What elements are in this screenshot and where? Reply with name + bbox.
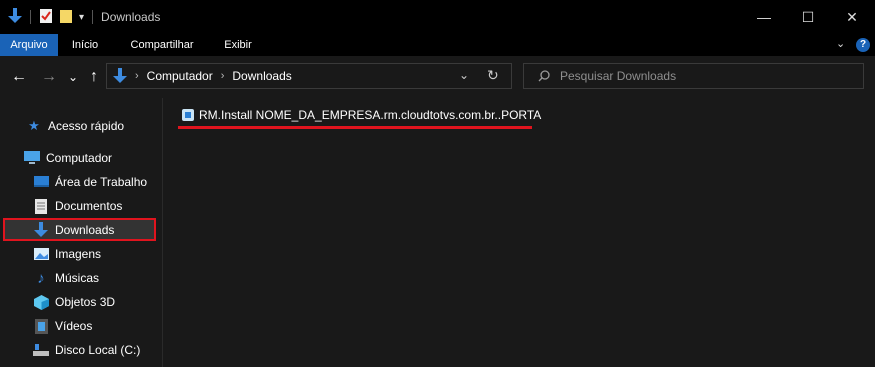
image-icon (33, 246, 49, 262)
sidebar-item-label: Downloads (55, 223, 115, 237)
download-folder-icon (113, 68, 127, 84)
sidebar-item-label: Área de Trabalho (55, 175, 148, 189)
close-button[interactable]: ✕ (829, 0, 875, 34)
forward-button[interactable]: → (40, 66, 58, 88)
address-bar[interactable]: › Computador › Downloads ⌄ ↻ (106, 63, 512, 89)
search-box[interactable]: Pesquisar Downloads (523, 63, 864, 89)
chevron-right-icon[interactable]: › (221, 70, 225, 82)
sidebar-item-label: Computador (46, 151, 113, 165)
sidebar-item-musicas[interactable]: ♪ Músicas (33, 267, 99, 289)
help-icon[interactable]: ? (856, 38, 870, 52)
back-button[interactable]: ← (10, 66, 28, 88)
breadcrumb-downloads[interactable]: Downloads (232, 69, 291, 83)
tab-exibir[interactable]: Exibir (216, 34, 260, 56)
tab-arquivo[interactable]: Arquivo (0, 34, 58, 56)
properties-icon[interactable] (39, 8, 53, 27)
navigation-bar: ← → ⌄ ↑ › Computador › Downloads ⌄ ↻ Pes… (0, 56, 875, 98)
music-icon: ♪ (37, 269, 45, 287)
sidebar-item-label: Imagens (55, 247, 102, 261)
sidebar-item-videos[interactable]: Vídeos (33, 315, 92, 337)
sidebar-item-imagens[interactable]: Imagens (33, 243, 101, 265)
chevron-down-icon[interactable]: ⌄ (836, 37, 845, 50)
file-item[interactable]: RM.Install NOME_DA_EMPRESA.rm.cloudtotvs… (182, 108, 541, 122)
address-dropdown-button[interactable]: ⌄ (459, 68, 469, 82)
sidebar-item-label: Disco Local (C:) (55, 343, 141, 357)
separator (92, 10, 94, 24)
new-folder-icon[interactable] (59, 8, 73, 27)
title-bar: ▾ Downloads — ☐ ✕ (0, 0, 875, 34)
sidebar-item-objetos-3d[interactable]: Objetos 3D (33, 291, 115, 313)
pane-divider[interactable] (162, 98, 163, 367)
window-title: Downloads (101, 10, 161, 24)
installer-icon (182, 109, 194, 121)
computer-icon (24, 150, 40, 166)
sidebar-item-label: Documentos (55, 199, 123, 213)
maximize-button[interactable]: ☐ (785, 0, 831, 34)
search-icon (538, 70, 550, 82)
separator (30, 10, 31, 24)
drive-icon (33, 342, 49, 358)
recent-locations-button[interactable]: ⌄ (67, 66, 79, 88)
sidebar-item-downloads[interactable]: Downloads (33, 219, 114, 241)
sidebar-item-disco-local[interactable]: Disco Local (C:) (33, 339, 140, 361)
chevron-right-icon[interactable]: › (135, 70, 139, 82)
breadcrumb-computador[interactable]: Computador (147, 69, 213, 83)
cube-icon (33, 294, 49, 310)
document-icon (33, 198, 49, 214)
sidebar-item-label: Vídeos (55, 319, 93, 333)
download-icon (33, 222, 49, 238)
sidebar-item-documentos[interactable]: Documentos (33, 195, 122, 217)
sidebar-item-label: Objetos 3D (55, 295, 116, 309)
sidebar-item-area-de-trabalho[interactable]: Área de Trabalho (33, 171, 147, 193)
search-input[interactable]: Pesquisar Downloads (560, 69, 676, 83)
desktop-icon (33, 174, 49, 190)
tab-compartilhar[interactable]: Compartilhar (118, 34, 206, 56)
up-button[interactable]: ↑ (86, 66, 102, 88)
minimize-button[interactable]: — (741, 0, 787, 34)
refresh-button[interactable]: ↻ (487, 67, 499, 84)
navigation-pane: ★ Acesso rápido Computador Área de Traba… (0, 98, 162, 367)
annotation-underline (178, 126, 532, 129)
quick-access-dropdown-icon[interactable]: ▾ (79, 12, 84, 23)
sidebar-item-computador[interactable]: Computador (24, 147, 112, 169)
video-icon (33, 318, 49, 334)
tab-inicio[interactable]: Início (61, 34, 109, 56)
sidebar-item-label: Músicas (55, 271, 100, 285)
download-folder-icon[interactable] (8, 7, 22, 27)
file-name: RM.Install NOME_DA_EMPRESA.rm.cloudtotvs… (199, 108, 542, 122)
sidebar-item-acesso-rapido[interactable]: ★ Acesso rápido (26, 115, 124, 137)
sidebar-item-label: Acesso rápido (48, 119, 125, 133)
ribbon-tabs: Arquivo Início Compartilhar Exibir ⌄ ? (0, 34, 875, 56)
star-icon: ★ (28, 118, 40, 133)
